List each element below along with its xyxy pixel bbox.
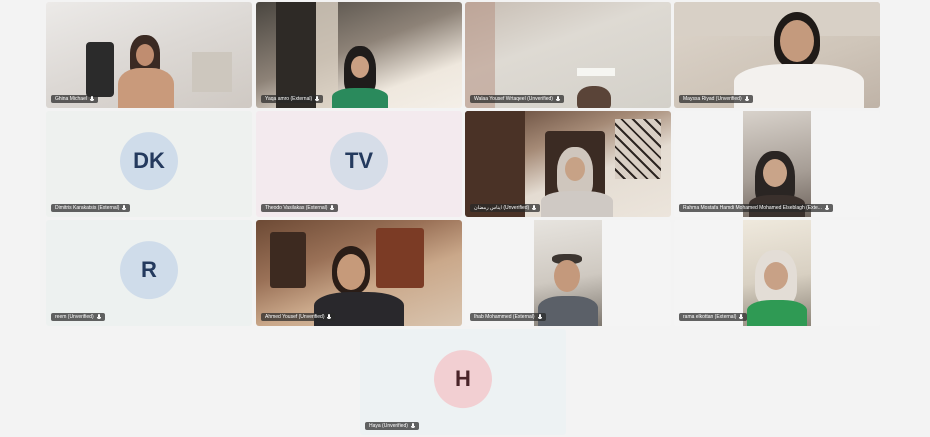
microphone-icon — [739, 314, 744, 320]
microphone-icon — [555, 96, 560, 102]
participant-tile[interactable]: rama elkottan (External) — [674, 220, 880, 326]
participant-tile[interactable]: Rahma Mostafa Hamdi Mohamed Mohamed Else… — [674, 111, 880, 217]
participant-video — [743, 220, 811, 326]
participant-name-tag: Dimitris Karakatsis (External) — [51, 204, 131, 212]
participant-name-tag: Theodo Vasilakas (External) — [261, 204, 339, 212]
participant-tile[interactable]: R reem (Unverified) — [46, 220, 252, 326]
participant-name-tag: Yaqa amro (External) — [261, 95, 324, 103]
participant-tile[interactable]: H Haya (Unverified) — [360, 329, 566, 435]
participant-tile[interactable]: Ghina Michael — [46, 2, 252, 108]
participant-name: rama elkottan (External) — [683, 314, 737, 320]
participant-name: Rahma Mostafa Hamdi Mohamed Mohamed Else… — [683, 205, 822, 211]
participant-tile[interactable]: TV Theodo Vasilakas (External) — [256, 111, 462, 217]
microphone-icon — [327, 314, 332, 320]
participant-name: Haya (Unverified) — [369, 423, 408, 429]
participant-tile[interactable]: DK Dimitris Karakatsis (External) — [46, 111, 252, 217]
participant-name-tag: Rahma Mostafa Hamdi Mohamed Mohamed Else… — [679, 204, 833, 212]
participant-name-tag: Ahmed Yousef (Unverified) — [261, 313, 336, 321]
participant-name-tag: Walaa Yousef Wrtaqeel (Unverified) — [470, 95, 564, 103]
microphone-icon — [330, 205, 335, 211]
microphone-icon — [96, 314, 101, 320]
microphone-icon — [410, 423, 415, 429]
participant-name-tag: Haya (Unverified) — [365, 422, 419, 430]
microphone-icon — [537, 314, 542, 320]
participant-video — [534, 220, 602, 326]
participant-tile[interactable]: Yaqa amro (External) — [256, 2, 462, 108]
microphone-icon — [122, 205, 127, 211]
participant-tile[interactable]: Mayssa Riyad (Unverified) — [674, 2, 880, 108]
participant-tile[interactable]: Ihab Mohammed (External) — [465, 220, 671, 326]
participant-name: Ghina Michael — [55, 96, 87, 102]
participant-name-tag: Mayssa Riyad (Unverified) — [679, 95, 753, 103]
microphone-icon — [315, 96, 320, 102]
participant-avatar: DK — [120, 132, 178, 191]
meeting-gallery-view: Ghina Michael Yaqa amro (External) Walaa… — [0, 0, 930, 437]
participant-name: reem (Unverified) — [55, 314, 94, 320]
participant-name-tag: ايناس رمضان (Unverified) — [470, 204, 541, 212]
microphone-icon — [89, 96, 94, 102]
participant-name: Dimitris Karakatsis (External) — [55, 205, 120, 211]
participant-name-tag: reem (Unverified) — [51, 313, 105, 321]
participant-video — [743, 111, 811, 217]
microphone-icon — [532, 205, 537, 211]
participant-name-tag: Ghina Michael — [51, 95, 98, 103]
participant-name: Walaa Yousef Wrtaqeel (Unverified) — [474, 96, 553, 102]
participant-avatar: R — [120, 241, 178, 300]
participant-avatar: TV — [330, 132, 388, 191]
participant-tile[interactable]: Walaa Yousef Wrtaqeel (Unverified) — [465, 2, 671, 108]
participant-name: Yaqa amro (External) — [265, 96, 313, 102]
participant-name: Ahmed Yousef (Unverified) — [265, 314, 325, 320]
participant-name-tag: rama elkottan (External) — [679, 313, 748, 321]
participant-name: ايناس رمضان (Unverified) — [474, 205, 530, 211]
participant-tile[interactable]: Ahmed Yousef (Unverified) — [256, 220, 462, 326]
microphone-icon — [744, 96, 749, 102]
participant-name: Ihab Mohammed (External) — [474, 314, 535, 320]
participant-avatar: H — [434, 350, 492, 409]
participant-name: Theodo Vasilakas (External) — [265, 205, 328, 211]
participant-name-tag: Ihab Mohammed (External) — [470, 313, 546, 321]
participant-name: Mayssa Riyad (Unverified) — [683, 96, 742, 102]
participant-tile[interactable]: ايناس رمضان (Unverified) — [465, 111, 671, 217]
microphone-icon — [824, 205, 829, 211]
